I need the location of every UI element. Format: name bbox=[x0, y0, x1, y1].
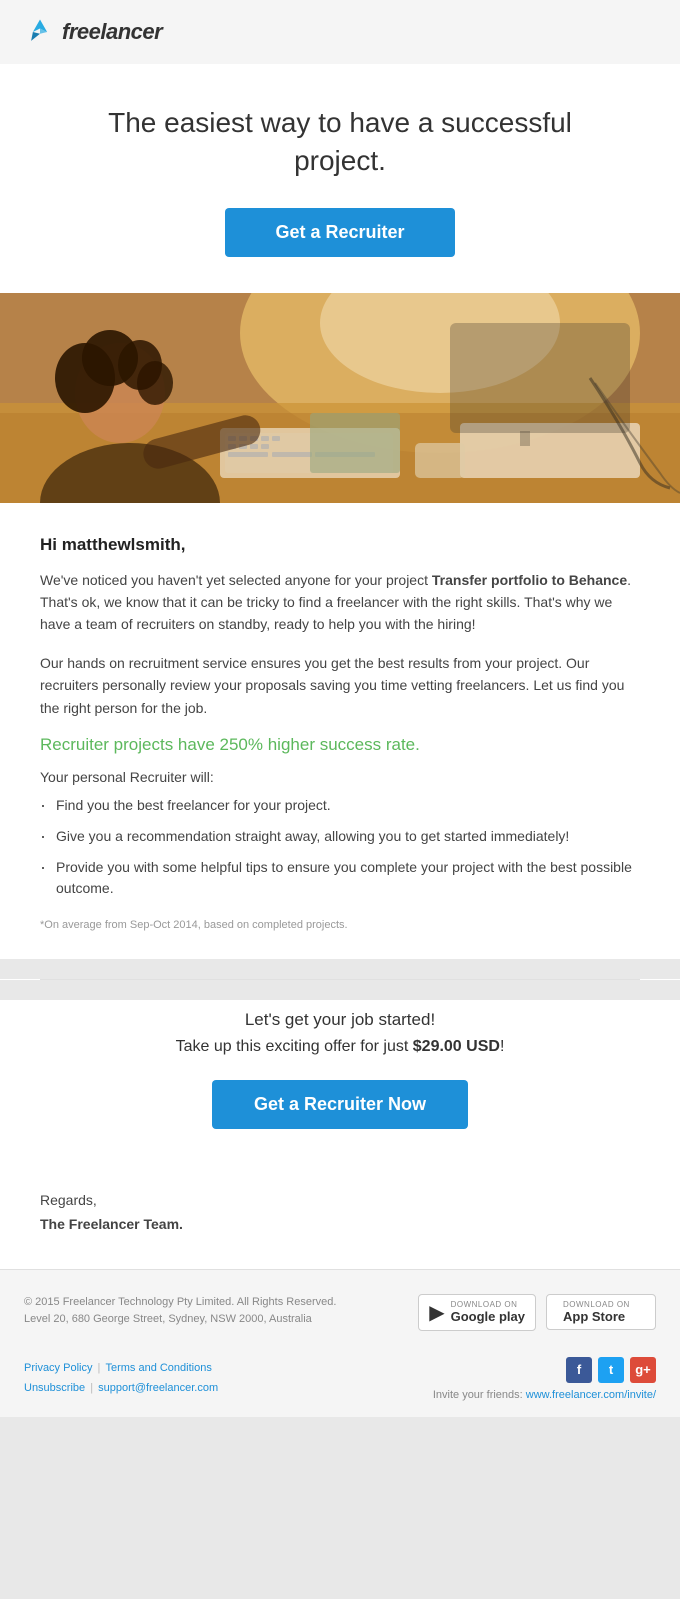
footer-copyright: © 2015 Freelancer Technology Pty Limited… bbox=[24, 1296, 336, 1308]
footer-apps: ▶ Download on Google play Download on Ap… bbox=[418, 1294, 656, 1331]
cta-subtitle: Take up this exciting offer for just $29… bbox=[40, 1038, 640, 1056]
footer-top: © 2015 Freelancer Technology Pty Limited… bbox=[24, 1294, 656, 1331]
cta-title: Let's get your job started! bbox=[40, 1010, 640, 1030]
recruiter-will-label: Your personal Recruiter will: bbox=[40, 769, 640, 785]
greeting: Hi matthewlsmith, bbox=[40, 535, 640, 555]
body-para-2: Our hands on recruitment service ensures… bbox=[40, 652, 640, 719]
bullet-dot: · bbox=[40, 858, 46, 876]
list-item: · Give you a recommendation straight awa… bbox=[40, 826, 640, 847]
footnote: *On average from Sep-Oct 2014, based on … bbox=[40, 919, 640, 931]
google-play-icon: ▶ bbox=[429, 1300, 444, 1325]
bullet-dot: · bbox=[40, 796, 46, 814]
social-icons: f t g+ bbox=[433, 1357, 656, 1383]
regards-section: Regards, The Freelancer Team. bbox=[0, 1165, 680, 1269]
list-item: · Find you the best freelancer for your … bbox=[40, 795, 640, 816]
get-recruiter-button[interactable]: Get a Recruiter bbox=[225, 208, 454, 257]
section-divider bbox=[40, 979, 640, 980]
bullet-text: Provide you with some helpful tips to en… bbox=[56, 857, 640, 899]
logo-container: freelancer bbox=[24, 16, 656, 48]
google-play-text: Download on Google play bbox=[451, 1300, 525, 1324]
app-store-badge[interactable]: Download on App Store bbox=[546, 1294, 656, 1330]
app-store-download-label: Download on bbox=[563, 1300, 630, 1309]
invite-text: Invite your friends: bbox=[433, 1389, 526, 1401]
hero-title: The easiest way to have a successful pro… bbox=[60, 104, 620, 180]
unsubscribe-link[interactable]: Unsubscribe bbox=[24, 1382, 85, 1394]
freelancer-logo-icon bbox=[24, 16, 56, 48]
app-store-store-name: App Store bbox=[563, 1309, 630, 1324]
bullet-dot: · bbox=[40, 827, 46, 845]
link-separator-2: | bbox=[90, 1382, 96, 1394]
app-store-text: Download on App Store bbox=[563, 1300, 630, 1324]
bullet-list: · Find you the best freelancer for your … bbox=[40, 795, 640, 899]
cta-section: Let's get your job started! Take up this… bbox=[0, 1000, 680, 1165]
list-item: · Provide you with some helpful tips to … bbox=[40, 857, 640, 899]
link-separator-1: | bbox=[98, 1362, 104, 1374]
bullet-text: Give you a recommendation straight away,… bbox=[56, 826, 569, 847]
google-plus-icon[interactable]: g+ bbox=[630, 1357, 656, 1383]
regards-line1: Regards, bbox=[40, 1192, 97, 1208]
google-play-download-label: Download on bbox=[451, 1300, 525, 1309]
get-recruiter-now-button[interactable]: Get a Recruiter Now bbox=[212, 1080, 468, 1129]
cta-price: $29.00 USD bbox=[413, 1038, 500, 1055]
footer-links: Privacy Policy | Terms and Conditions Un… bbox=[24, 1359, 218, 1399]
privacy-policy-link[interactable]: Privacy Policy bbox=[24, 1362, 92, 1374]
hero-image-svg bbox=[0, 293, 680, 503]
email-header: freelancer bbox=[0, 0, 680, 64]
footer-bottom: Privacy Policy | Terms and Conditions Un… bbox=[24, 1347, 656, 1401]
body-para-1: We've noticed you haven't yet selected a… bbox=[40, 569, 640, 636]
support-email-link[interactable]: support@freelancer.com bbox=[98, 1382, 218, 1394]
body-content: Hi matthewlsmith, We've noticed you have… bbox=[0, 503, 680, 959]
footer-address-text: Level 20, 680 George Street, Sydney, NSW… bbox=[24, 1313, 312, 1325]
twitter-icon[interactable]: t bbox=[598, 1357, 624, 1383]
facebook-icon[interactable]: f bbox=[566, 1357, 592, 1383]
logo-text: freelancer bbox=[62, 19, 162, 45]
bullet-text: Find you the best freelancer for your pr… bbox=[56, 795, 331, 816]
google-play-badge[interactable]: ▶ Download on Google play bbox=[418, 1294, 536, 1331]
hero-box: The easiest way to have a successful pro… bbox=[0, 64, 680, 293]
invite-link[interactable]: www.freelancer.com/invite/ bbox=[526, 1389, 656, 1401]
recruiter-success-rate: Recruiter projects have 250% higher succ… bbox=[40, 735, 640, 755]
footer-social-invite: f t g+ Invite your friends: www.freelanc… bbox=[433, 1357, 656, 1401]
google-play-store-name: Google play bbox=[451, 1309, 525, 1324]
regards-line2: The Freelancer Team. bbox=[40, 1216, 183, 1232]
footer-invite: Invite your friends: www.freelancer.com/… bbox=[433, 1389, 656, 1401]
terms-conditions-link[interactable]: Terms and Conditions bbox=[105, 1362, 211, 1374]
footer: © 2015 Freelancer Technology Pty Limited… bbox=[0, 1269, 680, 1417]
regards-text: Regards, The Freelancer Team. bbox=[40, 1189, 640, 1237]
hero-image bbox=[0, 293, 680, 503]
footer-address: © 2015 Freelancer Technology Pty Limited… bbox=[24, 1294, 336, 1329]
